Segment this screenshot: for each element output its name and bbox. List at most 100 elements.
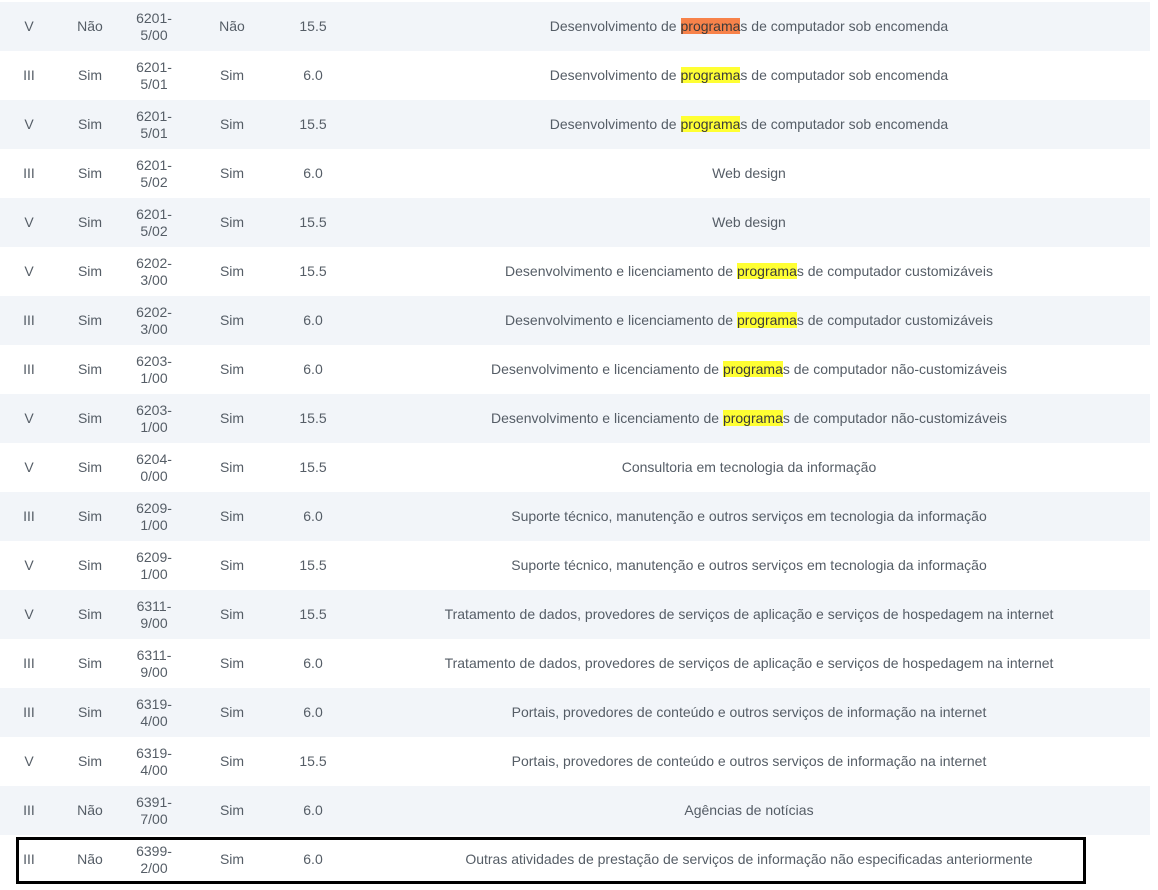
cnae-code-part2: 1/00 bbox=[140, 565, 168, 582]
search-match: programa bbox=[722, 410, 783, 426]
table-row[interactable]: V Sim 6203- 1/00 Sim 15.5 Desenvolvimento e li… bbox=[0, 394, 1150, 443]
cnae-code-part2: 1/00 bbox=[140, 369, 168, 386]
description-text: Suporte técnico, manutenção e outros ser… bbox=[511, 557, 987, 573]
description-cell: Suporte técnico, manutenção e outros ser… bbox=[348, 508, 1150, 525]
description-text-rest: s de computador customizáveis bbox=[796, 263, 993, 279]
table-row[interactable]: III Sim 6209- 1/00 Sim 6.0 Suporte técnico, ma… bbox=[0, 492, 1150, 541]
cnae-code-part1: 6311- bbox=[136, 597, 172, 614]
search-match: programa bbox=[736, 263, 797, 279]
cnae-code-part1: 6202- bbox=[136, 303, 172, 320]
table-row[interactable]: III Sim 6201- 5/02 Sim 6.0 Web design bbox=[0, 149, 1150, 198]
table-row[interactable]: III Sim 6202- 3/00 Sim 6.0 Desenvolvimento e l… bbox=[0, 296, 1150, 345]
cnae-code-part2: 3/00 bbox=[140, 271, 168, 288]
anexo-cell: V bbox=[24, 753, 34, 769]
fator-r-cell: Sim bbox=[77, 116, 103, 132]
retencao-cell: Sim bbox=[219, 361, 245, 377]
fator-r-cell: Sim bbox=[77, 655, 103, 671]
table-row[interactable]: V Sim 6201- 5/02 Sim 15.5 Web design bbox=[0, 198, 1150, 247]
fator-r-cell: Sim bbox=[77, 410, 103, 426]
description-text: Desenvolvimento e licenciamento de bbox=[505, 263, 737, 279]
description-text: Portais, provedores de conteúdo e outros… bbox=[511, 704, 987, 720]
description-text-rest: s de computador sob encomenda bbox=[740, 18, 949, 34]
description-cell: Portais, provedores de conteúdo e outros… bbox=[348, 704, 1150, 721]
cnae-code-part2: 5/00 bbox=[140, 26, 168, 43]
aliquota-cell: 6.0 bbox=[303, 165, 323, 181]
table-row[interactable]: V Sim 6202- 3/00 Sim 15.5 Desenvolvimento e li… bbox=[0, 247, 1150, 296]
cnae-code-part1: 6311- bbox=[136, 646, 172, 663]
description-cell: Tratamento de dados, provedores de servi… bbox=[348, 655, 1150, 672]
cnae-code-part2: 2/00 bbox=[140, 859, 168, 876]
cnae-cell: 6202- 3/00 bbox=[122, 255, 186, 289]
retencao-cell: Sim bbox=[219, 655, 245, 671]
cnae-cell: 6311- 9/00 bbox=[122, 647, 186, 681]
table-row[interactable]: III Não 6391- 7/00 Sim 6.0 Agências de notícia… bbox=[0, 786, 1150, 835]
table-row[interactable]: III Sim 6319- 4/00 Sim 6.0 Portais, provedores… bbox=[0, 688, 1150, 737]
table-row[interactable]: III Sim 6201- 5/01 Sim 6.0 Desenvolvimento de … bbox=[0, 51, 1150, 100]
anexo-cell: V bbox=[24, 557, 34, 573]
table-row-selected[interactable]: III Não 6399- 2/00 Sim 6.0 Outras atividades d… bbox=[0, 835, 1150, 884]
anexo-cell: III bbox=[23, 704, 35, 720]
retencao-cell: Não bbox=[219, 18, 245, 34]
anexo-cell: III bbox=[23, 165, 35, 181]
fator-r-cell: Sim bbox=[77, 165, 103, 181]
cnae-cell: 6204- 0/00 bbox=[122, 451, 186, 485]
cnae-results-table: V Não 6201- 5/00 Não 15.5 Desenvolvimento de p… bbox=[0, 2, 1150, 884]
fator-r-cell: Não bbox=[77, 18, 103, 34]
anexo-cell: V bbox=[24, 18, 34, 34]
fator-r-cell: Sim bbox=[77, 704, 103, 720]
cnae-cell: 6201- 5/02 bbox=[122, 206, 186, 240]
retencao-cell: Sim bbox=[219, 508, 245, 524]
description-text: Suporte técnico, manutenção e outros ser… bbox=[511, 508, 987, 524]
cnae-cell: 6202- 3/00 bbox=[122, 304, 186, 338]
table-row[interactable]: V Sim 6311- 9/00 Sim 15.5 Tratamento de dados,… bbox=[0, 590, 1150, 639]
anexo-cell: III bbox=[23, 802, 35, 818]
table-row[interactable]: III Sim 6311- 9/00 Sim 6.0 Tratamento de dados… bbox=[0, 639, 1150, 688]
fator-r-cell: Sim bbox=[77, 753, 103, 769]
cnae-code-part1: 6319- bbox=[136, 695, 172, 712]
table-row[interactable]: V Sim 6209- 1/00 Sim 15.5 Suporte técnico, man… bbox=[0, 541, 1150, 590]
cnae-cell: 6201- 5/02 bbox=[122, 157, 186, 191]
description-text: Agências de notícias bbox=[684, 802, 814, 818]
aliquota-cell: 6.0 bbox=[303, 802, 323, 818]
anexo-cell: V bbox=[24, 214, 34, 230]
description-text-rest: s de computador customizáveis bbox=[796, 312, 993, 328]
fator-r-cell: Não bbox=[77, 851, 103, 867]
anexo-cell: V bbox=[24, 410, 34, 426]
table-row[interactable]: III Sim 6203- 1/00 Sim 6.0 Desenvolvimento e l… bbox=[0, 345, 1150, 394]
cnae-code-part2: 5/01 bbox=[140, 124, 168, 141]
description-cell: Desenvolvimento de programas de computad… bbox=[348, 67, 1150, 84]
cnae-code-part2: 3/00 bbox=[140, 320, 168, 337]
aliquota-cell: 6.0 bbox=[303, 312, 323, 328]
cnae-code-part1: 6391- bbox=[136, 793, 172, 810]
cnae-code-part2: 5/02 bbox=[140, 222, 168, 239]
fator-r-cell: Sim bbox=[77, 606, 103, 622]
cnae-code-part1: 6204- bbox=[136, 450, 172, 467]
description-cell: Tratamento de dados, provedores de servi… bbox=[348, 606, 1150, 623]
fator-r-cell: Sim bbox=[77, 361, 103, 377]
anexo-cell: V bbox=[24, 459, 34, 475]
cnae-code-part1: 6203- bbox=[136, 401, 172, 418]
cnae-code-part2: 9/00 bbox=[140, 663, 168, 680]
anexo-cell: V bbox=[24, 606, 34, 622]
fator-r-cell: Sim bbox=[77, 508, 103, 524]
fator-r-cell: Sim bbox=[77, 557, 103, 573]
retencao-cell: Sim bbox=[219, 802, 245, 818]
aliquota-cell: 6.0 bbox=[303, 508, 323, 524]
aliquota-cell: 6.0 bbox=[303, 704, 323, 720]
table-row[interactable]: V Sim 6319- 4/00 Sim 15.5 Portais, provedores … bbox=[0, 737, 1150, 786]
description-cell: Desenvolvimento e licenciamento de progr… bbox=[348, 361, 1150, 378]
description-text: Tratamento de dados, provedores de servi… bbox=[444, 655, 1054, 671]
cnae-code-part2: 5/02 bbox=[140, 173, 168, 190]
anexo-cell: III bbox=[23, 361, 35, 377]
retencao-cell: Sim bbox=[219, 753, 245, 769]
table-row[interactable]: V Não 6201- 5/00 Não 15.5 Desenvolvimento de p… bbox=[0, 2, 1150, 51]
search-match: programa bbox=[722, 361, 783, 377]
table-row[interactable]: V Sim 6201- 5/01 Sim 15.5 Desenvolvimento de p… bbox=[0, 100, 1150, 149]
anexo-cell: III bbox=[23, 851, 35, 867]
description-cell: Web design bbox=[348, 165, 1150, 182]
table-row[interactable]: V Sim 6204- 0/00 Sim 15.5 Consultoria em tecno… bbox=[0, 443, 1150, 492]
aliquota-cell: 6.0 bbox=[303, 67, 323, 83]
description-text: Desenvolvimento e licenciamento de bbox=[505, 312, 737, 328]
cnae-code-part2: 1/00 bbox=[140, 516, 168, 533]
aliquota-cell: 6.0 bbox=[303, 361, 323, 377]
